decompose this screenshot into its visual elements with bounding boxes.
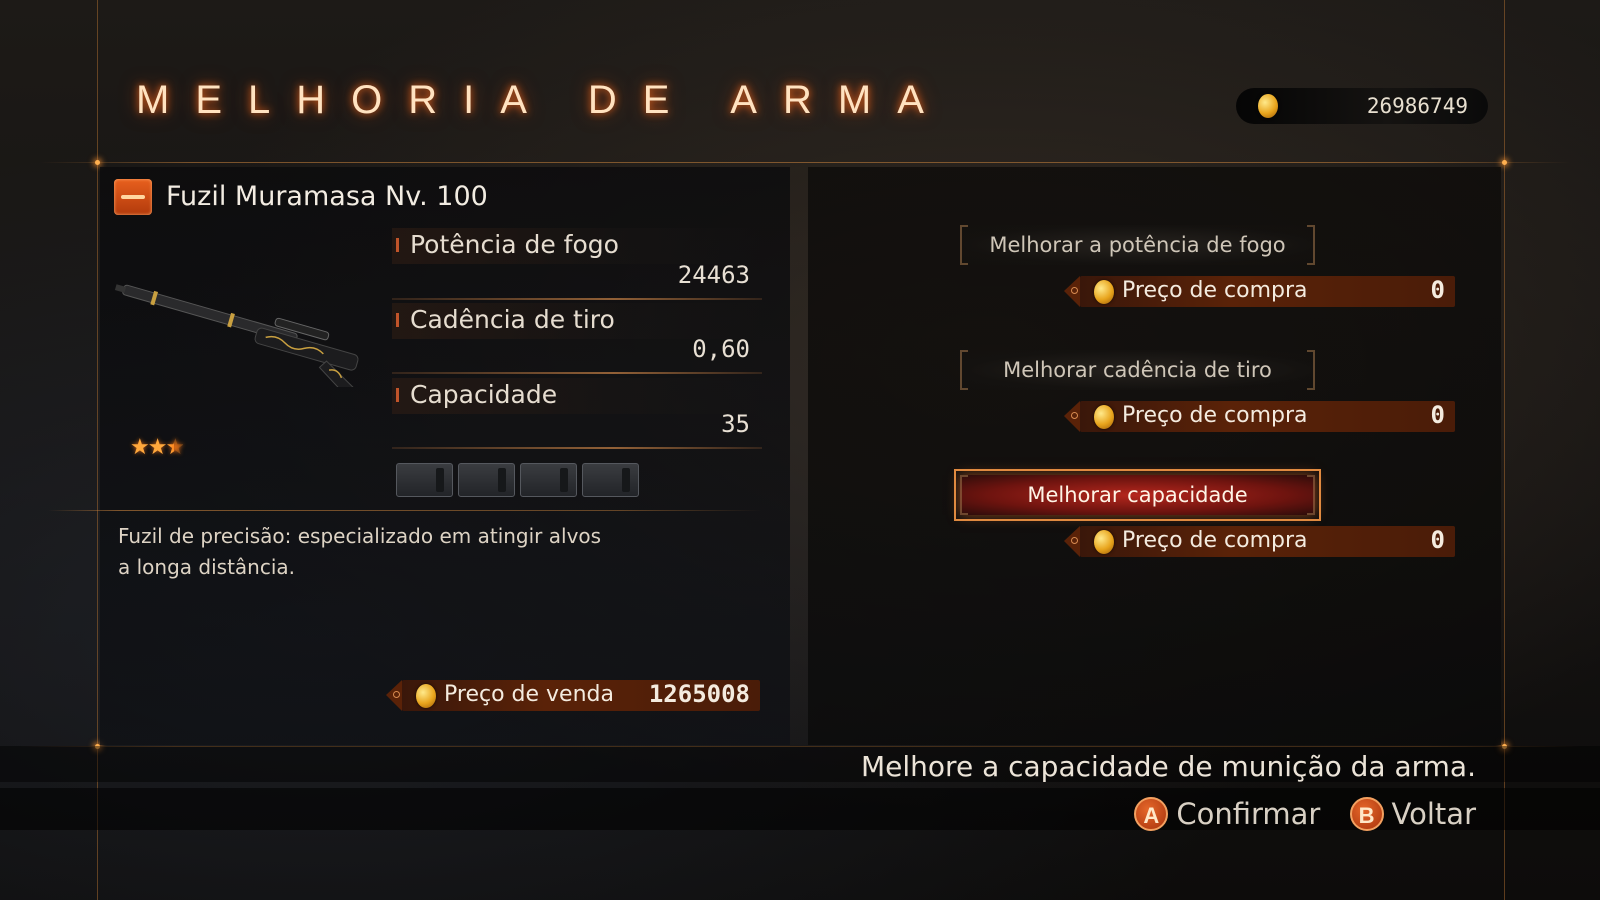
buy-price-label: Preço de compra: [1122, 278, 1308, 303]
button-prompts: A Confirmar B Voltar: [1114, 794, 1476, 831]
money-display: 26986749: [1236, 88, 1488, 124]
weapon-description: Fuzil de precisão: especializado em atin…: [118, 521, 658, 583]
weapon-name: Fuzil Muramasa Nv. 100: [166, 181, 488, 212]
buy-price-value: 0: [1430, 526, 1445, 554]
spark-decoration: [95, 160, 100, 165]
sell-price-label: Preço de venda: [444, 682, 614, 707]
buy-price-value: 0: [1430, 276, 1445, 304]
bracket-left: [960, 475, 968, 515]
b-button-icon: B: [1349, 797, 1384, 831]
stat-divider: [392, 372, 762, 374]
bracket-right: [1307, 225, 1315, 265]
a-button-icon: A: [1134, 797, 1169, 831]
mod-slot: [396, 463, 453, 497]
buy-price-value: 0: [1430, 401, 1445, 429]
coin-icon: [416, 684, 436, 708]
stat-value-capacity: 35: [721, 410, 750, 438]
upgrade-label: Melhorar capacidade: [1027, 483, 1248, 507]
half-star-icon: ★: [165, 435, 185, 460]
stat-label-firepower: Potência de fogo: [392, 228, 762, 264]
upgrade-rate-of-fire-button[interactable]: Melhorar cadência de tiro: [960, 350, 1315, 390]
bracket-left: [960, 350, 968, 390]
frame-line-top: [40, 162, 1570, 163]
description-line: a longa distância.: [118, 555, 296, 579]
buy-price-bar: Preço de compra 0: [1064, 401, 1455, 432]
star-icon: ★: [130, 435, 150, 460]
money-value: 26986749: [1366, 94, 1468, 118]
price-bar-dot: [1071, 412, 1078, 419]
price-bar-dot: [393, 691, 400, 698]
upgrade-capacity-button[interactable]: Melhorar capacidade: [954, 469, 1321, 521]
buy-price-label: Preço de compra: [1122, 528, 1308, 553]
coin-icon: [1094, 280, 1114, 304]
help-text: Melhore a capacidade de munição da arma.: [861, 750, 1476, 783]
page-title: MELHORIA DE ARMA: [136, 78, 950, 122]
stat-label-capacity: Capacidade: [392, 378, 762, 414]
stat-value-firepower: 24463: [677, 261, 750, 289]
upgrade-label: Melhorar a potência de fogo: [989, 233, 1286, 257]
stat-value-rate-of-fire: 0,60: [692, 335, 750, 363]
bracket-right: [1307, 350, 1315, 390]
coin-icon: [1094, 405, 1114, 429]
price-bar-dot: [1071, 537, 1078, 544]
stat-divider: [392, 447, 762, 449]
sell-price-value: 1265008: [648, 680, 750, 708]
rating-stars: ★★★: [130, 435, 185, 460]
buy-price-label: Preço de compra: [1122, 403, 1308, 428]
mod-slot: [582, 463, 639, 497]
confirm-button[interactable]: A Confirmar: [1134, 795, 1320, 831]
upgrade-firepower-button[interactable]: Melhorar a potência de fogo: [960, 225, 1315, 265]
back-label: Voltar: [1391, 797, 1476, 831]
weapon-info-panel: Fuzil Muramasa Nv. 100 ★★★ Potência de f…: [48, 167, 790, 745]
bracket-left: [960, 225, 968, 265]
spark-decoration: [1502, 160, 1507, 165]
confirm-label: Confirmar: [1176, 797, 1321, 831]
buy-price-bar: Preço de compra 0: [1064, 526, 1455, 557]
upgrade-label: Melhorar cadência de tiro: [1003, 358, 1272, 382]
mod-slots: [396, 463, 644, 501]
rifle-icon: [114, 179, 152, 215]
stat-divider: [392, 298, 762, 300]
coin-icon: [1258, 94, 1278, 118]
rifle-image: [114, 284, 359, 387]
coin-icon: [1094, 530, 1114, 554]
bracket-right: [1307, 475, 1315, 515]
description-line: Fuzil de precisão: especializado em atin…: [118, 524, 602, 548]
sell-price-bar: Preço de venda 1265008: [386, 680, 760, 711]
section-divider: [48, 510, 762, 511]
back-button[interactable]: B Voltar: [1349, 795, 1476, 831]
upgrade-options-panel: Melhorar a potência de fogo Preço de com…: [808, 167, 1501, 745]
buy-price-bar: Preço de compra 0: [1064, 276, 1455, 307]
price-bar-dot: [1071, 287, 1078, 294]
stat-label-rate-of-fire: Cadência de tiro: [392, 303, 762, 339]
star-icon: ★: [147, 435, 168, 460]
mod-slot: [520, 463, 577, 497]
mod-slot: [458, 463, 515, 497]
